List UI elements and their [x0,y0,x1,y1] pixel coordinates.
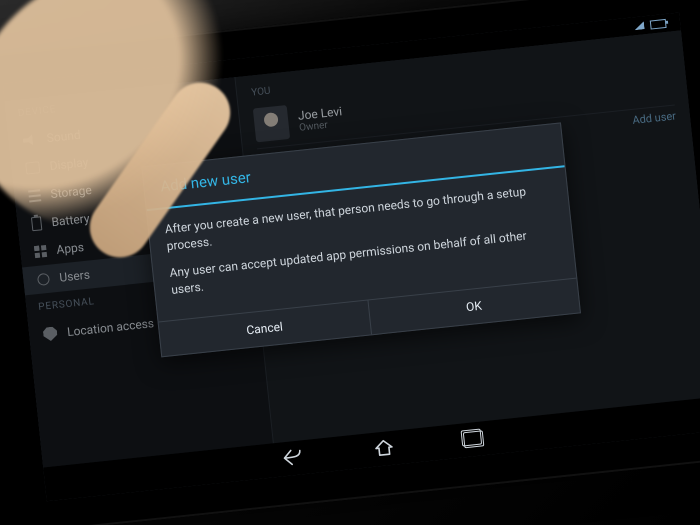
back-icon[interactable] [282,447,306,470]
home-icon[interactable] [373,437,395,460]
wifi-icon [634,21,645,30]
battery-icon [650,18,667,29]
tablet-device: DEVICE Sound Display Storage [0,0,700,525]
photo-frame: DEVICE Sound Display Storage [0,0,700,525]
recents-icon[interactable] [463,430,485,448]
screen: DEVICE Sound Display Storage [3,12,700,501]
